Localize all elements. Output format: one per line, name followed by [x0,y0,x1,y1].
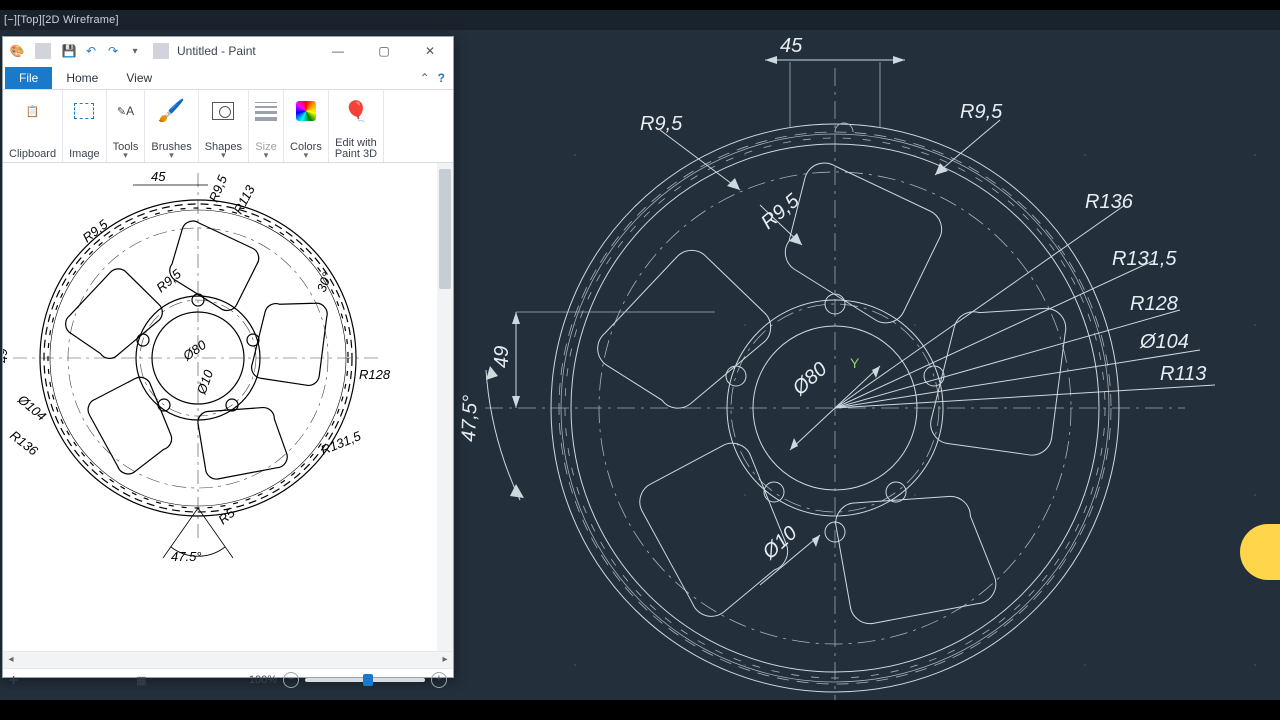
dim-45: 45 [780,35,803,57]
zoom-in-button[interactable]: + [431,672,447,688]
zoom-slider[interactable] [305,678,425,682]
dim-d80: Ø80 [788,358,832,400]
dim-d104: Ø104 [1139,331,1189,353]
help-icon[interactable]: ? [438,71,445,85]
zoom-label: 100% [249,674,277,686]
paint-app-icon: 🎨 [9,43,25,59]
paint-vscrollbar[interactable] [437,163,453,651]
paint-hscrollbar[interactable]: ◂ ▸ [3,651,453,668]
tab-home[interactable]: Home [52,67,112,89]
dim-r113: R113 [1160,363,1206,385]
tab-view[interactable]: View [112,67,166,89]
dim-47_5: 47,5° [458,394,482,442]
redo-icon[interactable]: ↷ [105,43,121,59]
qat-dropdown-icon[interactable]: ▾ [127,43,143,59]
paint-statusbar: ✛ ▦ 100% − + [3,668,453,691]
svg-text:R9,5: R9,5 [80,216,111,245]
tab-file[interactable]: File [5,67,52,89]
ribbon-shapes[interactable]: Shapes▾ [199,90,249,162]
mspaint-window[interactable]: 🎨 💾 ↶ ↷ ▾ Untitled - Paint — ▢ ✕ File Ho… [2,36,454,678]
ribbon-colors[interactable]: Colors▾ [284,90,329,162]
selection-icon: ▦ [136,674,146,687]
save-icon[interactable]: 💾 [61,43,77,59]
paint-ribbon: 📋 Clipboard Image ✎A Tools▾ 🖌️ Brushes▾ … [3,90,453,163]
minimize-button[interactable]: — [315,37,361,65]
dim-r9_5-inner: R9,5 [757,189,804,234]
svg-text:45: 45 [151,169,166,184]
axis-y-label: Y [850,355,860,371]
ribbon-collapse-icon[interactable]: ⌃ [420,71,430,85]
hscroll-right-icon[interactable]: ▸ [437,652,453,668]
svg-text:R9,5: R9,5 [206,172,230,204]
svg-text:Ø104: Ø104 [14,391,49,424]
svg-text:R136: R136 [7,428,41,459]
svg-text:R5: R5 [215,505,238,528]
svg-text:R131,5: R131,5 [319,428,364,458]
ribbon-paint3d[interactable]: 🎈 Edit with Paint 3D [329,90,384,162]
dim-49: 49 [491,346,513,368]
ribbon-image[interactable]: Image [63,90,107,162]
hscroll-left-icon[interactable]: ◂ [3,652,19,668]
zoom-out-button[interactable]: − [283,672,299,688]
paint-tabs: File Home View ⌃ ? [3,65,453,90]
svg-text:Ø10: Ø10 [193,367,216,397]
ribbon-clipboard[interactable]: 📋 Clipboard [3,90,63,162]
dim-r1315: R131,5 [1112,248,1177,270]
paint-titlebar[interactable]: 🎨 💾 ↶ ↷ ▾ Untitled - Paint — ▢ ✕ [3,37,453,65]
maximize-button[interactable]: ▢ [361,37,407,65]
ribbon-tools[interactable]: ✎A Tools▾ [107,90,146,162]
svg-text:R9,5: R9,5 [153,266,184,296]
dim-r136: R136 [1085,191,1134,213]
paint-sprocket-drawing: 45 R9,5 R113 R9,5 30° R9,5 Ø80 Ø10 49 Ø1… [3,163,437,651]
dim-r128: R128 [1130,293,1178,315]
ribbon-size[interactable]: Size▾ [249,90,284,162]
dim-r9_5-right: R9,5 [960,101,1003,123]
close-button[interactable]: ✕ [407,37,453,65]
dim-r9_5-left: R9,5 [640,113,683,135]
cursor-pos-icon: ✛ [9,674,18,687]
paint-title-text: Untitled - Paint [173,44,256,58]
svg-text:R128: R128 [359,367,391,382]
paint-canvas[interactable]: 45 R9,5 R113 R9,5 30° R9,5 Ø80 Ø10 49 Ø1… [3,163,453,651]
dim-d10: Ø10 [758,522,802,564]
svg-text:R113: R113 [230,182,258,216]
ribbon-brushes[interactable]: 🖌️ Brushes▾ [145,90,198,162]
svg-text:49: 49 [3,349,10,363]
svg-text:Ø80: Ø80 [179,337,209,364]
undo-icon[interactable]: ↶ [83,43,99,59]
viewport-label[interactable]: [−][Top][2D Wireframe] [0,10,1280,30]
